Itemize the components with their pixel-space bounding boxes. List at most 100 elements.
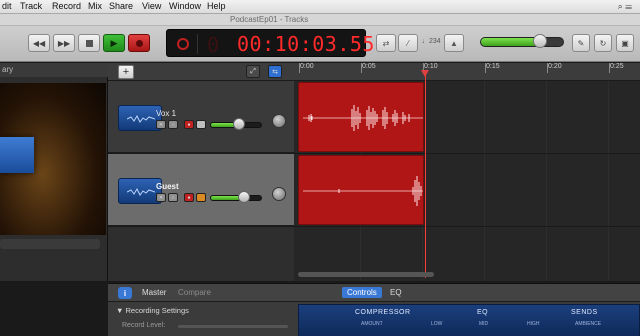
lcd-display[interactable]: 0 00:10:03.55 [166,29,374,57]
lane-divider [294,153,640,154]
record-indicator-icon [177,38,189,50]
count-in-label[interactable]: ♩234 [422,38,441,45]
media-icon: ▣ [621,38,629,48]
menu-mix[interactable]: Mix [88,1,102,11]
master-volume-slider[interactable] [480,37,564,47]
catch-icon: ⇆ [272,68,278,76]
compressor-label: COMPRESSOR [355,309,411,316]
input-monitor-button[interactable] [196,193,206,202]
mid-label: MID [479,321,489,327]
headphones-icon: ∩ [171,194,175,201]
menu-view[interactable]: View [142,1,161,11]
lane-divider [294,226,640,227]
menu-help[interactable]: Help [207,1,226,11]
info-button[interactable]: i [118,287,132,299]
menu-share[interactable]: Share [109,1,133,11]
loop-browser-button[interactable]: ↻ [594,34,612,52]
notepad-icon: ✎ [577,38,585,48]
grid-line [546,81,547,281]
record-button[interactable] [128,34,150,52]
tab-controls[interactable]: Controls [342,287,382,298]
empty-track-area[interactable] [108,227,294,281]
timeline-ruler[interactable]: 0:00 0:05 0:10 0:15 0:20 0:25 [294,63,640,81]
cycle-button[interactable]: ⇄ [376,34,396,52]
audio-region[interactable] [298,82,424,152]
record-level-slider[interactable] [178,325,288,328]
mute-button[interactable]: ✕ [156,193,166,202]
add-track-button[interactable]: + [118,65,134,79]
play-button[interactable]: ▶ [103,34,125,52]
tab-master[interactable]: Master [142,288,166,297]
metronome-button[interactable]: ▲ [444,34,464,52]
ruler-tick: 0:15 [485,63,500,73]
track-name[interactable]: Guest [156,182,179,191]
audio-region[interactable] [298,155,424,225]
track-pan-knob[interactable] [272,114,286,128]
notepad-button[interactable]: ✎ [572,34,590,52]
lcd-divider [197,34,198,54]
track-name[interactable]: Vox 1 [156,109,176,118]
control-bar: ◀◀ ▶▶ ▶ 0 00:10:03.55 ⇄ ⁄ ♩234 ▲ ✎ ↻ ▣ [0,26,640,62]
tuner-button[interactable]: ⁄ [398,34,418,52]
flex-icon: ⤢ [250,67,256,75]
ruler-tick: 0:05 [361,63,376,73]
tab-eq[interactable]: EQ [390,288,402,297]
ruler-tick: 0:25 [609,63,624,73]
menu-edit[interactable]: dit [2,1,12,11]
ruler-tick: 0:00 [299,63,314,73]
fast-forward-button[interactable]: ▶▶ [53,34,75,52]
ruler-tick: 0:10 [423,63,438,73]
smart-tempo-button[interactable]: ⤢ [246,65,260,78]
patch-preview-icon [0,137,34,173]
region-waveform [303,105,423,131]
recording-settings-toggle[interactable]: ▼ Recording Settings [116,306,189,315]
library-panel: ary [0,63,108,281]
tab-compare[interactable]: Compare [178,288,211,297]
track-header[interactable]: Guest ✕ ∩ ● [108,154,294,226]
waveform-icon [127,187,155,196]
track-header[interactable]: Vox 1 ✕ ∩ ● [108,81,294,153]
menu-bar: dit Track Record Mix Share View Window H… [0,0,640,14]
solo-button[interactable]: ∩ [168,120,178,129]
playhead-handle-icon[interactable] [421,70,429,77]
library-scroll[interactable] [0,239,100,249]
menu-window[interactable]: Window [169,1,201,11]
fast-forward-icon: ▶▶ [57,38,71,48]
track-volume-knob[interactable] [232,118,245,130]
track-pan-knob[interactable] [272,187,286,201]
lcd-ghost-digits: 0 [207,33,220,57]
master-volume-fill [481,38,541,46]
record-enable-button[interactable]: ● [184,193,194,202]
garageband-window: dit Track Record Mix Share View Window H… [0,0,640,336]
library-preview-image[interactable] [0,83,106,235]
sends-label: SENDS [571,309,598,316]
input-monitor-button[interactable] [196,120,206,129]
menu-record[interactable]: Record [52,1,81,11]
track-volume-slider[interactable] [210,195,262,201]
waveform-icon [127,114,155,123]
playhead[interactable] [425,70,426,278]
menubar-search-icon[interactable]: ⌕ ☰ [618,1,632,12]
low-label: LOW [431,321,443,327]
menu-track[interactable]: Track [20,1,42,11]
grid-line [484,81,485,281]
stop-button[interactable] [78,34,100,52]
media-browser-button[interactable]: ▣ [616,34,634,52]
horizontal-scrollbar[interactable] [298,272,434,277]
record-icon: ● [187,121,191,128]
plugin-controls-panel: COMPRESSOR EQ SENDS AMOUNT LOW MID HIGH … [298,304,640,336]
catch-playhead-button[interactable]: ⇆ [268,65,282,78]
window-title: PodcastEp01 - Tracks [230,15,309,24]
record-icon [135,39,143,47]
headphones-icon: ∩ [171,121,175,128]
record-icon: ● [187,194,191,201]
tracks-header-bar: + ⤢ ⇆ [108,63,294,81]
record-enable-button[interactable]: ● [184,120,194,129]
mute-button[interactable]: ✕ [156,120,166,129]
tracks-area[interactable] [294,81,640,281]
solo-button[interactable]: ∩ [168,193,178,202]
cycle-icon: ⇄ [382,38,390,48]
track-volume-knob[interactable] [237,191,250,203]
rewind-button[interactable]: ◀◀ [28,34,50,52]
library-header: ary [0,63,108,77]
